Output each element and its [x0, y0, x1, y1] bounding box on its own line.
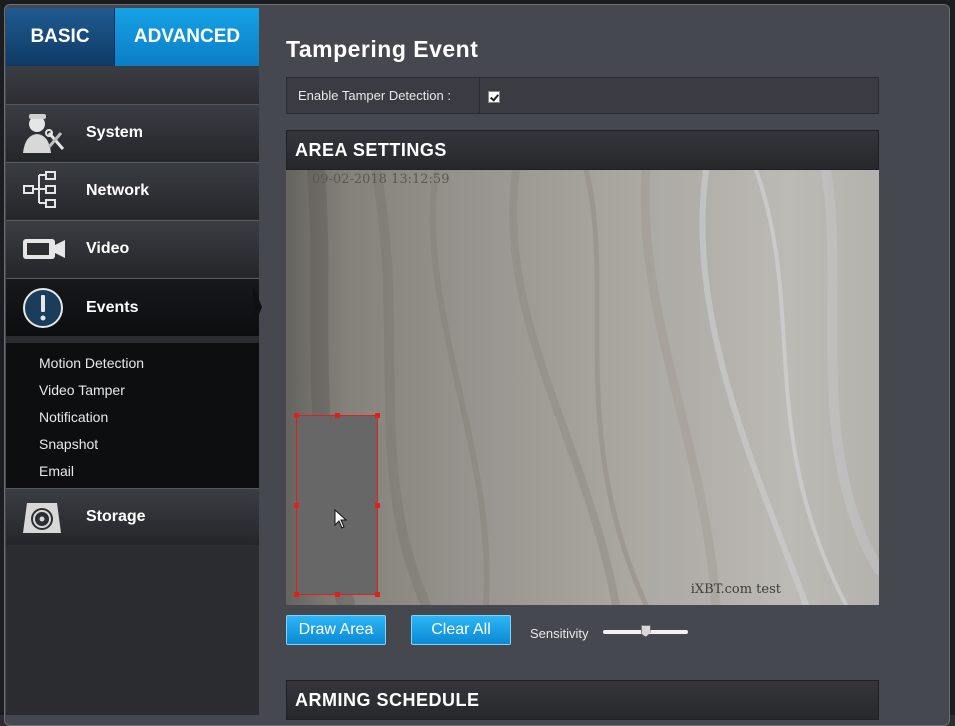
enable-tamper-checkbox[interactable] — [488, 91, 500, 103]
tamper-detection-area[interactable] — [294, 413, 380, 597]
sensitivity-label: Sensitivity — [530, 626, 589, 641]
resize-handle-e[interactable] — [375, 503, 380, 508]
sidebar-item-label: Events — [86, 298, 139, 316]
alert-exclamation-icon — [19, 286, 69, 330]
tab-advanced[interactable]: ADVANCED — [115, 8, 259, 78]
resize-handle-w[interactable] — [294, 503, 299, 508]
clear-all-button[interactable]: Clear All — [411, 615, 511, 645]
sidebar-item-label: Video — [86, 240, 130, 257]
sidebar-item-system[interactable]: System — [6, 104, 259, 161]
video-preview[interactable]: 09-02-2018 13:12:59 iXBT.com test — [286, 170, 879, 605]
submenu-item-notification[interactable]: Notification — [39, 409, 108, 425]
resize-handle-n[interactable] — [335, 413, 340, 418]
sidebar-item-storage[interactable]: Storage — [6, 488, 259, 545]
video-camera-icon — [19, 227, 69, 271]
resize-handle-sw[interactable] — [294, 592, 299, 597]
draw-area-button[interactable]: Draw Area — [286, 615, 386, 645]
storage-disk-icon — [19, 495, 69, 539]
resize-handle-s[interactable] — [335, 592, 340, 597]
sidebar-item-label: Network — [86, 182, 150, 199]
submenu-item-email[interactable]: Email — [39, 463, 74, 479]
network-tree-icon — [19, 169, 69, 213]
page-title: Tampering Event — [286, 36, 479, 62]
arming-schedule-header: ARMING SCHEDULE — [286, 680, 879, 720]
submenu-item-motion-detection[interactable]: Motion Detection — [39, 355, 144, 371]
enable-tamper-label: Enable Tamper Detection : — [287, 78, 480, 113]
area-settings-header: AREA SETTINGS — [286, 130, 879, 170]
sidebar-item-network[interactable]: Network — [6, 162, 259, 219]
tab-advanced-label: ADVANCED — [133, 26, 241, 47]
sidebar-item-events[interactable]: Events — [6, 278, 259, 336]
video-watermark: iXBT.com test — [690, 582, 781, 597]
sidebar-spacer — [6, 66, 259, 104]
mode-tabs: BASIC ADVANCED — [6, 8, 259, 78]
enable-tamper-row: Enable Tamper Detection : — [286, 77, 879, 114]
sidebar-item-label: Storage — [86, 508, 146, 525]
resize-handle-se[interactable] — [375, 592, 380, 597]
sensitivity-slider-thumb[interactable] — [640, 625, 651, 637]
sidebar: BASIC ADVANCED System Network Video Even… — [6, 8, 259, 715]
events-submenu: Motion Detection Video Tamper Notificati… — [6, 343, 259, 488]
resize-handle-ne[interactable] — [375, 413, 380, 418]
sidebar-item-label: System — [86, 124, 143, 141]
tab-basic[interactable]: BASIC — [6, 8, 115, 66]
resize-handle-nw[interactable] — [294, 413, 299, 418]
sidebar-item-video[interactable]: Video — [6, 220, 259, 277]
system-admin-icon — [19, 111, 69, 155]
main-content: Tampering Event Enable Tamper Detection … — [260, 8, 948, 720]
submenu-item-snapshot[interactable]: Snapshot — [39, 436, 98, 452]
submenu-item-video-tamper[interactable]: Video Tamper — [39, 382, 125, 398]
video-timestamp: 09-02-2018 13:12:59 — [312, 172, 450, 187]
